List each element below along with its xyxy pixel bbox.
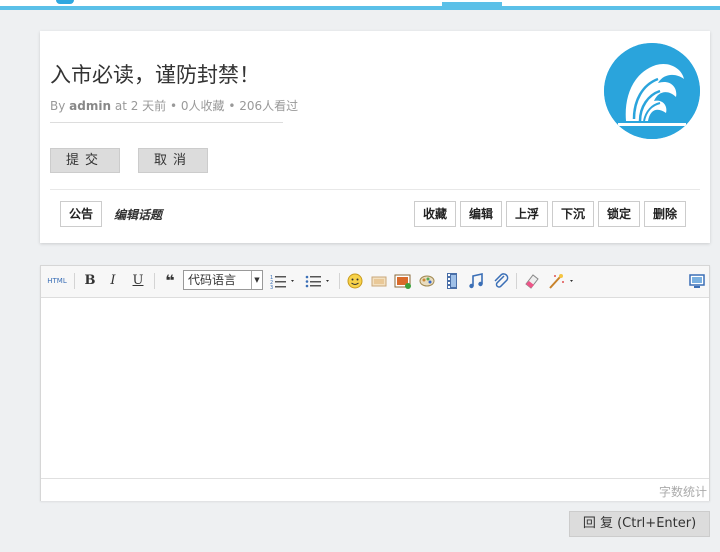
cancel-button[interactable]: 取消 bbox=[138, 148, 208, 173]
reply-editor: HTML B I U ❝ 代码语言 ▼ 123 字数统计 bbox=[40, 265, 710, 501]
magic-wand-icon[interactable] bbox=[547, 272, 577, 290]
edit-topic-link[interactable]: 编辑话题 bbox=[114, 206, 162, 223]
sink-button[interactable]: 下沉 bbox=[552, 201, 594, 227]
ordered-list-icon[interactable]: 123 bbox=[269, 272, 299, 291]
plugin-icon[interactable] bbox=[418, 272, 436, 290]
flash-icon[interactable] bbox=[370, 272, 388, 290]
top-navbar bbox=[0, 0, 720, 10]
attachment-icon[interactable] bbox=[492, 272, 510, 290]
image-icon[interactable] bbox=[394, 272, 412, 290]
unordered-list-icon[interactable] bbox=[304, 272, 334, 290]
underline-button[interactable]: U bbox=[129, 272, 147, 290]
quote-button[interactable]: ❝ bbox=[161, 272, 179, 290]
editor-statusbar: 字数统计 bbox=[41, 478, 709, 501]
fullscreen-icon[interactable] bbox=[688, 272, 706, 290]
lock-button[interactable]: 锁定 bbox=[598, 201, 640, 227]
bold-button[interactable]: B bbox=[81, 272, 99, 290]
avatar[interactable] bbox=[604, 43, 700, 139]
html-source-button[interactable]: HTML bbox=[47, 272, 67, 290]
toolbar-separator bbox=[516, 273, 517, 289]
toolbar-separator bbox=[154, 273, 155, 289]
wave-logo-icon bbox=[604, 43, 700, 139]
dropdown-arrow-icon: ▼ bbox=[251, 271, 262, 289]
tag-button[interactable]: 公告 bbox=[60, 201, 102, 227]
emoticon-icon[interactable] bbox=[346, 272, 364, 290]
meta-divider bbox=[50, 122, 283, 123]
eraser-icon[interactable] bbox=[523, 272, 541, 290]
code-language-select[interactable]: 代码语言 ▼ bbox=[183, 270, 263, 290]
logo-fragment bbox=[56, 0, 74, 4]
topic-title: 入市必读，谨防封禁！ bbox=[50, 63, 260, 87]
favorite-button[interactable]: 收藏 bbox=[414, 201, 456, 227]
author-link[interactable]: admin bbox=[69, 99, 111, 113]
code-language-value: 代码语言 bbox=[188, 273, 237, 287]
delete-button[interactable]: 删除 bbox=[644, 201, 686, 227]
reply-button[interactable]: 回 复 (Ctrl+Enter) bbox=[569, 511, 710, 537]
meta-stats: at 2 天前 • 0人收藏 • 206人看过 bbox=[114, 99, 299, 113]
topic-meta: By admin at 2 天前 • 0人收藏 • 206人看过 bbox=[50, 97, 298, 114]
topic-card: 入市必读，谨防封禁！ By admin at 2 天前 • 0人收藏 • 206… bbox=[40, 31, 710, 243]
float-up-button[interactable]: 上浮 bbox=[506, 201, 548, 227]
submit-button[interactable]: 提交 bbox=[50, 148, 120, 173]
video-icon[interactable] bbox=[443, 272, 461, 290]
meta-by: By bbox=[50, 99, 66, 113]
active-nav-indicator bbox=[442, 2, 502, 8]
edit-button[interactable]: 编辑 bbox=[460, 201, 502, 227]
word-count-label: 字数统计 bbox=[658, 485, 707, 499]
italic-button[interactable]: I bbox=[104, 272, 122, 290]
card-divider bbox=[50, 189, 700, 190]
editor-toolbar: HTML B I U ❝ 代码语言 ▼ 123 bbox=[41, 266, 709, 298]
toolbar-separator bbox=[74, 273, 75, 289]
editor-content-area[interactable] bbox=[41, 298, 709, 478]
svg-text:3: 3 bbox=[270, 285, 273, 290]
toolbar-separator bbox=[339, 273, 340, 289]
music-icon[interactable] bbox=[467, 272, 485, 290]
